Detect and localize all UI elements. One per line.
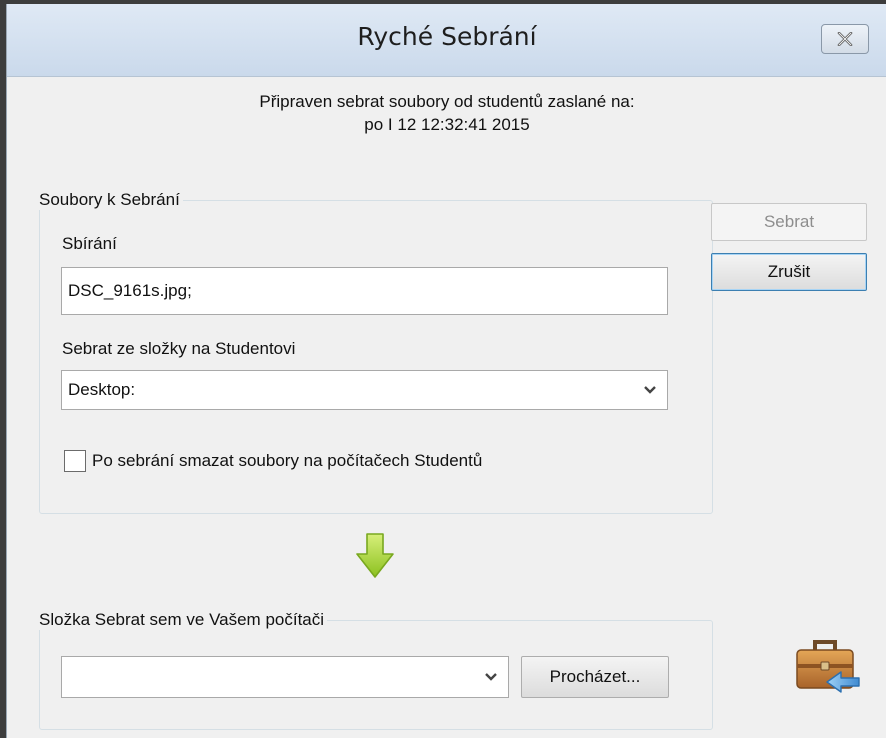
- destination-folder-dropdown[interactable]: [61, 656, 509, 698]
- chevron-down-icon: [644, 386, 656, 394]
- collect-button[interactable]: Sebrat: [711, 203, 867, 241]
- close-button[interactable]: [821, 24, 869, 54]
- browse-button[interactable]: Procházet...: [521, 656, 669, 698]
- source-folder-value: Desktop:: [68, 380, 136, 399]
- status-timestamp: po I 12 12:32:41 2015: [364, 115, 530, 134]
- briefcase-collect-icon: [796, 640, 860, 693]
- close-x-icon: [837, 32, 853, 46]
- status-message: Připraven sebrat soubory od studentů zas…: [259, 92, 635, 111]
- collect-dialog-window: Ryché Sebrání Připraven sebrat soubory o…: [6, 4, 886, 738]
- source-folder-label: Sebrat ze složky na Studentovi: [62, 339, 296, 358]
- title-bar[interactable]: Ryché Sebrání: [7, 4, 886, 77]
- delete-after-collect-label: Po sebrání smazat soubory na počítačech …: [92, 451, 483, 470]
- source-folder-dropdown[interactable]: Desktop:: [61, 370, 668, 410]
- chevron-down-icon: [485, 673, 497, 681]
- collect-files-input[interactable]: DSC_9161s.jpg;: [61, 267, 668, 315]
- window-title: Ryché Sebrání: [357, 22, 537, 51]
- files-group-title: Soubory k Sebrání: [37, 190, 183, 210]
- destination-group-title: Složka Sebrat sem ve Vašem počítači: [37, 610, 328, 630]
- cancel-button[interactable]: Zrušit: [711, 253, 867, 291]
- delete-after-collect-checkbox[interactable]: [64, 450, 86, 472]
- green-down-arrow-icon: [356, 533, 394, 578]
- collect-label: Sbírání: [62, 234, 117, 253]
